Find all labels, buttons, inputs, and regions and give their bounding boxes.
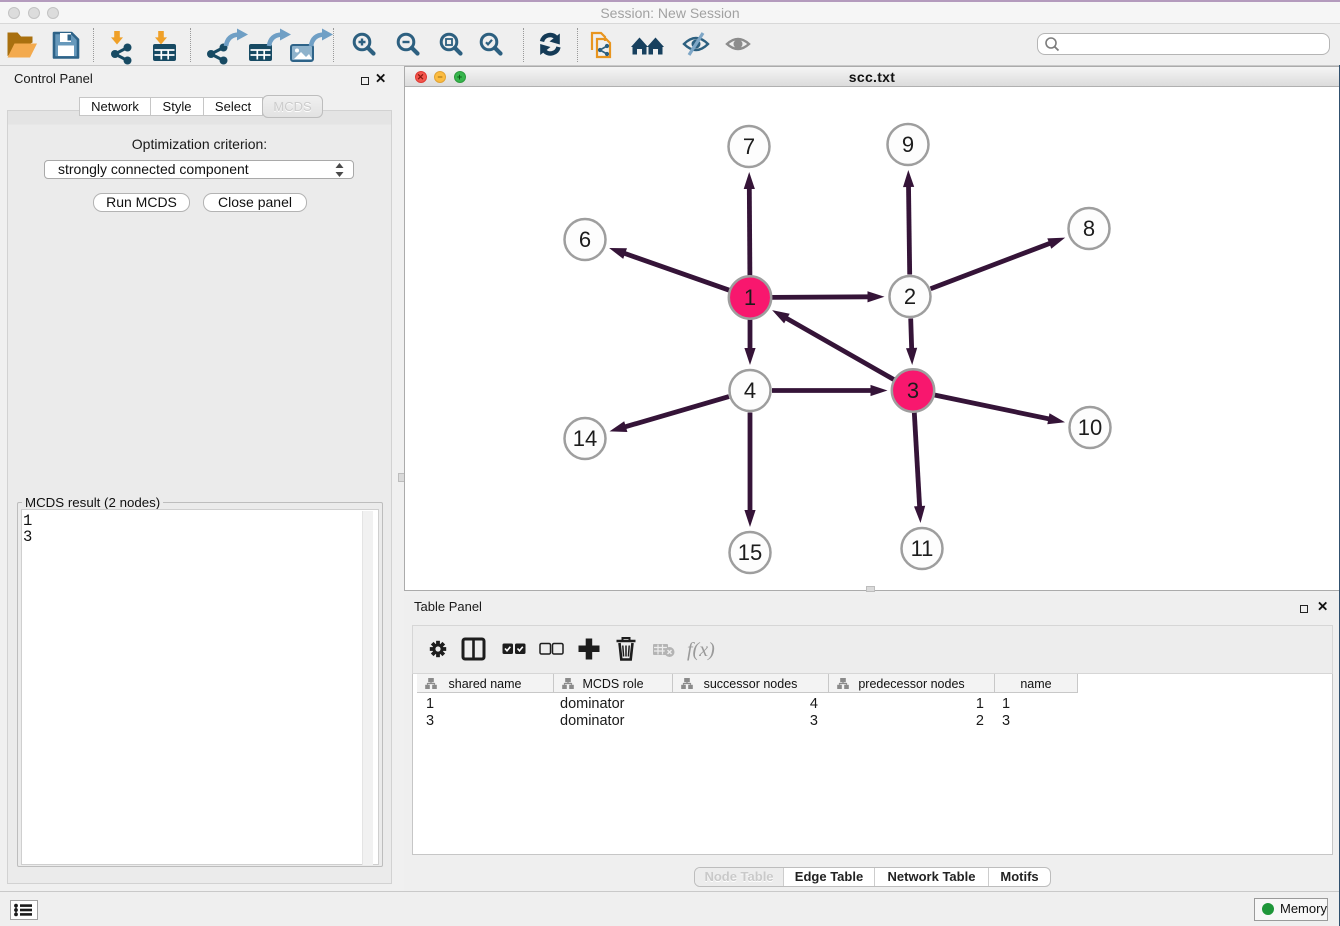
svg-text:3: 3 xyxy=(907,378,919,403)
svg-text:1: 1 xyxy=(744,285,756,310)
svg-text:15: 15 xyxy=(738,540,762,565)
svg-text:8: 8 xyxy=(1083,216,1095,241)
svg-text:10: 10 xyxy=(1078,415,1102,440)
svg-text:11: 11 xyxy=(911,536,934,561)
svg-text:9: 9 xyxy=(902,132,914,157)
svg-text:4: 4 xyxy=(744,378,756,403)
svg-text:7: 7 xyxy=(743,134,755,159)
svg-text:14: 14 xyxy=(573,426,597,451)
svg-text:f(x): f(x) xyxy=(687,639,715,661)
svg-text:2: 2 xyxy=(904,284,916,309)
svg-text:6: 6 xyxy=(579,227,591,252)
